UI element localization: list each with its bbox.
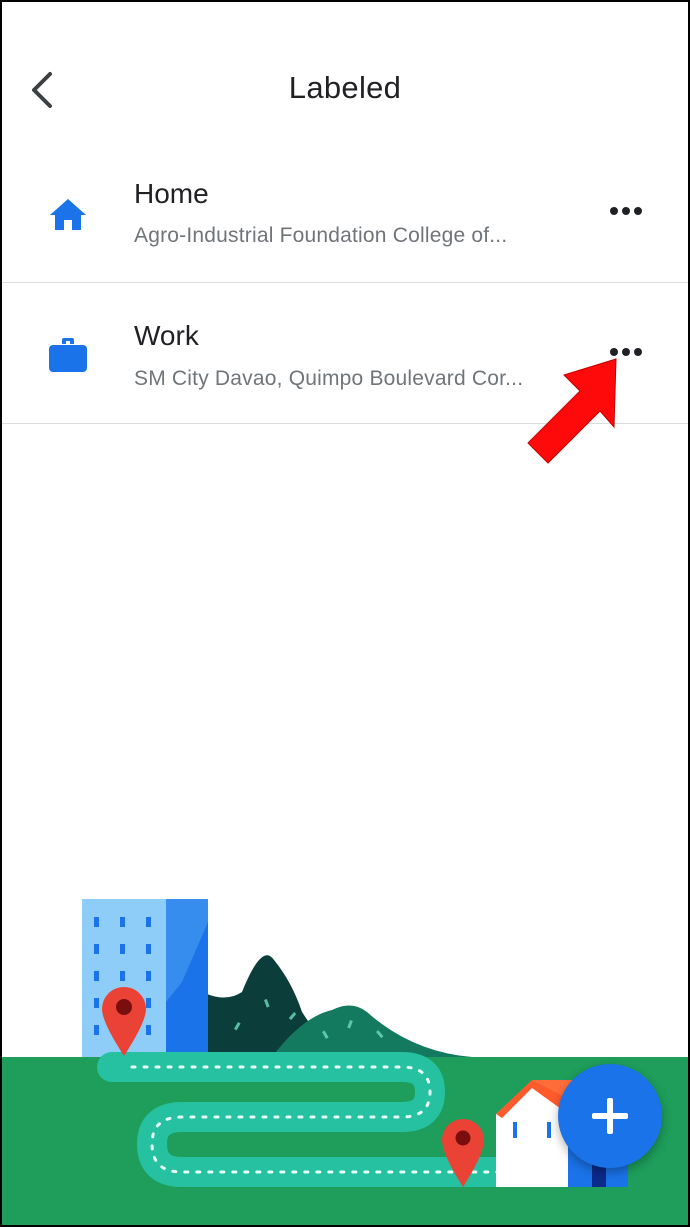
place-label: Work: [134, 320, 199, 351]
more-horizontal-icon: [610, 207, 642, 215]
top-app-bar: Labeled: [2, 2, 688, 142]
red-arrow-pointer: [527, 358, 617, 464]
map-illustration: [2, 899, 688, 1225]
page-title: Labeled: [288, 70, 402, 105]
place-label: Home: [134, 178, 209, 209]
add-place-button[interactable]: [558, 1064, 662, 1168]
more-horizontal-icon: [610, 348, 642, 356]
plus-icon: [592, 1098, 628, 1134]
list-item-home[interactable]: Home Agro-Industrial Foundation College …: [2, 142, 688, 283]
place-address: SM City Davao, Quimpo Boulevard Cor...: [134, 367, 524, 390]
app-screen: Labeled Home Agro-Industrial Foundation …: [0, 0, 690, 1227]
place-address: Agro-Industrial Foundation College of...: [134, 224, 508, 247]
home-icon: [46, 192, 90, 236]
more-options-button[interactable]: [598, 191, 654, 231]
briefcase-icon: [46, 333, 90, 377]
